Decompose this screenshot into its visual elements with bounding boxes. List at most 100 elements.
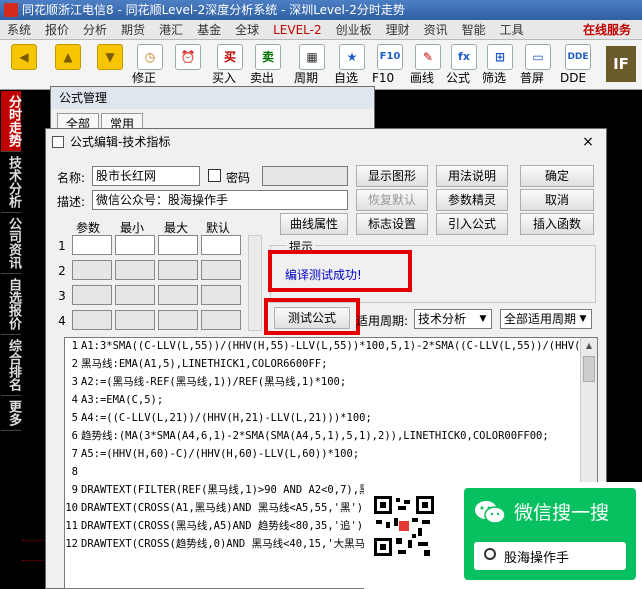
param-min-cell[interactable]: [115, 310, 155, 330]
param-default-cell[interactable]: [201, 285, 241, 305]
star-icon: ★: [339, 44, 365, 70]
formula-icon: fx: [451, 44, 477, 70]
scroll-thumb[interactable]: [583, 356, 595, 382]
param-header-max: 最大: [164, 221, 189, 235]
menu-item[interactable]: 工具: [493, 20, 531, 40]
param-name-cell[interactable]: [72, 235, 112, 255]
param-min-cell[interactable]: [115, 235, 155, 255]
password-input[interactable]: [262, 166, 348, 186]
cancel-button[interactable]: 取消: [520, 189, 594, 211]
toolbar: ◀ ▲ ▼ ◷ 修正 ⏰ 买买入 卖卖出 ▦ 周期 ★ 自选 F10 F10 ✎ 画线 f…: [0, 40, 642, 90]
show-graph-button[interactable]: 显示图形: [356, 165, 428, 187]
search-icon: [484, 548, 496, 560]
curve-props-button[interactable]: 曲线属性: [280, 213, 348, 235]
left-tab-bar: 分时走势 技术分析 公司资讯 自选报价 综合排名 更多: [0, 91, 22, 589]
code-line: 5 A4:=((C-LLV(L,21))/(HHV(H,21)-LLV(L,21)…: [71, 412, 372, 424]
name-input[interactable]: 股市长红网: [92, 166, 200, 186]
code-line: 8: [71, 466, 78, 478]
arrow-left-icon: ◀: [11, 44, 37, 70]
menu-item[interactable]: 理财: [379, 20, 417, 40]
code-line: 4 A3:=EMA(C,5);: [71, 394, 164, 406]
menu-item[interactable]: 报价: [38, 20, 76, 40]
menu-item[interactable]: 全球: [228, 20, 266, 40]
tab-company-info[interactable]: 公司资讯: [1, 213, 21, 274]
insert-function-button[interactable]: 插入函数: [520, 213, 594, 235]
param-name-cell[interactable]: [72, 285, 112, 305]
password-checkbox[interactable]: [208, 169, 221, 182]
param-max-cell[interactable]: [158, 285, 198, 305]
modify-button[interactable]: ◷ 修正: [132, 44, 168, 86]
param-row-number: 1: [58, 239, 66, 253]
menu-item[interactable]: 期货: [114, 20, 152, 40]
tab-technical[interactable]: 技术分析: [1, 152, 21, 213]
param-name-cell[interactable]: [72, 260, 112, 280]
menu-item-level2[interactable]: LEVEL-2: [266, 20, 329, 40]
watchlist-button[interactable]: ★ 自选: [334, 44, 370, 86]
if-futures-button[interactable]: IF: [606, 46, 636, 82]
param-name-cell[interactable]: [72, 310, 112, 330]
param-header-name: 参数: [76, 221, 101, 235]
menu-item[interactable]: 港汇: [152, 20, 190, 40]
marker-settings-button[interactable]: 标志设置: [356, 213, 428, 235]
formula-type-select[interactable]: 技术分析 ▼: [414, 309, 492, 329]
draw-line-button[interactable]: ✎ 画线: [410, 44, 446, 86]
period-button[interactable]: ▦ 周期: [294, 44, 330, 86]
menu-item[interactable]: 系统: [0, 20, 38, 40]
param-max-cell[interactable]: [158, 235, 198, 255]
wechat-promo: 微信搜一搜 股海操作手: [364, 482, 642, 589]
param-min-cell[interactable]: [115, 285, 155, 305]
highlight-box-message: [268, 250, 412, 292]
back-button[interactable]: ◀: [6, 44, 42, 86]
f10-button[interactable]: F10 F10: [372, 44, 408, 86]
usage-button[interactable]: 用法说明: [436, 165, 508, 187]
param-min-cell[interactable]: [115, 260, 155, 280]
confirm-button[interactable]: 确定: [520, 165, 594, 187]
screen-icon: ▭: [525, 44, 551, 70]
close-icon[interactable]: ×: [574, 132, 602, 152]
tab-ranking[interactable]: 综合排名: [1, 335, 21, 396]
period-select[interactable]: 全部适用周期 ▼: [500, 309, 592, 329]
tab-watchlist-quotes[interactable]: 自选报价: [1, 274, 21, 335]
chevron-down-icon: ▼: [479, 314, 487, 324]
code-line: 2 黑马线:EMA(A1,5),LINETHICK1,COLOR6600FF;: [71, 358, 328, 370]
menu-item[interactable]: 智能: [455, 20, 493, 40]
param-scrollbar[interactable]: [248, 235, 262, 331]
formula-button[interactable]: fx 公式: [446, 44, 482, 86]
alarm-button[interactable]: ⏰: [170, 44, 206, 86]
fullscreen-button[interactable]: ▭ 普屏: [520, 44, 556, 86]
restore-default-button[interactable]: 恢复默认: [356, 189, 428, 211]
qr-code-icon: [372, 494, 436, 558]
down-button[interactable]: ▼: [92, 44, 128, 86]
app-logo-icon: [4, 3, 18, 17]
menu-item[interactable]: 资讯: [417, 20, 455, 40]
pencil-icon: ✎: [415, 44, 441, 70]
description-input[interactable]: 微信公众号：股海操作手: [92, 190, 348, 210]
arrow-down-icon: ▼: [97, 44, 123, 70]
scroll-up-icon[interactable]: ▲: [581, 338, 597, 354]
screener-icon: ⊞: [487, 44, 513, 70]
param-max-cell[interactable]: [158, 310, 198, 330]
import-formula-button[interactable]: 引入公式: [436, 213, 508, 235]
menu-item[interactable]: 创业板: [329, 20, 379, 40]
online-service-link[interactable]: 在线服务: [576, 20, 638, 40]
tab-more[interactable]: 更多: [1, 396, 21, 431]
code-line: 3 A2:=(黑马线-REF(黑马线,1))/REF(黑马线,1)*100;: [71, 376, 347, 388]
param-tune-button[interactable]: 参数精灵: [436, 189, 508, 211]
menu-bar: 系统 报价 分析 期货 港汇 基金 全球 LEVEL-2 创业板 理财 资讯 智能 工具 在线服务: [0, 20, 642, 40]
param-default-cell[interactable]: [201, 260, 241, 280]
param-max-cell[interactable]: [158, 260, 198, 280]
dialog-title: 公式编辑-技术指标: [70, 135, 171, 149]
menu-item[interactable]: 基金: [190, 20, 228, 40]
dde-button[interactable]: DDE DDE: [560, 44, 596, 86]
buy-button[interactable]: 买买入: [212, 44, 248, 86]
wechat-search-box[interactable]: 股海操作手: [474, 542, 626, 570]
screener-button[interactable]: ⊞ 筛选: [482, 44, 518, 86]
param-default-cell[interactable]: [201, 310, 241, 330]
formula-manager-title: 公式管理: [51, 87, 374, 109]
menu-item[interactable]: 分析: [76, 20, 114, 40]
up-button[interactable]: ▲: [50, 44, 86, 86]
tab-intraday[interactable]: 分时走势: [1, 91, 21, 152]
param-default-cell[interactable]: [201, 235, 241, 255]
sell-button[interactable]: 卖卖出: [250, 44, 286, 86]
code-line: 1 A1:3*SMA((C-LLV(L,55))/(HHV(H,55)-LLV(L…: [71, 340, 598, 352]
